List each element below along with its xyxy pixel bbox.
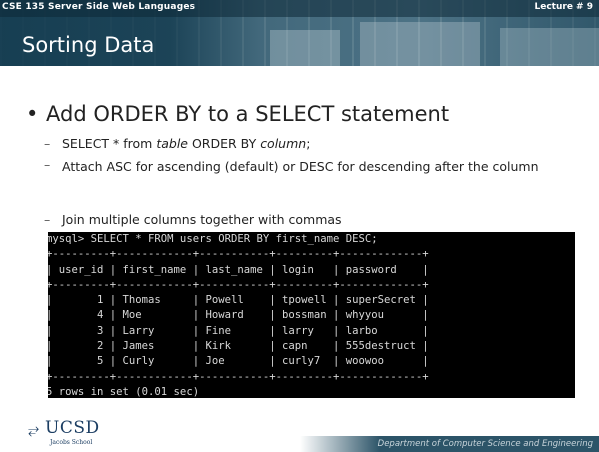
syntax-prefix: SELECT * from — [62, 136, 157, 151]
subpoint-asc-desc: – Attach ASC for ascending (default) or … — [44, 157, 562, 176]
logo-word: UCSD — [45, 418, 100, 438]
main-bullet-text: Add ORDER BY to a SELECT statement — [46, 102, 450, 126]
terminal-line: | 5 | Curly | Joe | curly7 | woowoo | — [48, 355, 429, 368]
syntax-column: column — [260, 136, 307, 151]
terminal-line: | 2 | James | Kirk | capn | 555destruct … — [48, 340, 429, 353]
course-title: CSE 135 Server Side Web Languages — [2, 2, 196, 12]
terminal-line: | 1 | Thomas | Powell | tpowell | superS… — [48, 294, 429, 307]
logo-school: Jacobs School — [50, 439, 93, 446]
terminal-line: mysql> SELECT * FROM users ORDER BY firs… — [48, 233, 378, 245]
asc-desc-text: Attach ASC for ascending (default) or DE… — [62, 159, 539, 174]
dash-icon: – — [44, 212, 51, 227]
terminal-output: mysql> SELECT * FROM users ORDER BY firs… — [48, 232, 429, 398]
header-building-shape — [500, 28, 599, 66]
dash-icon: – — [44, 157, 51, 172]
department-name: Department of Computer Science and Engin… — [377, 439, 593, 449]
slide-title: Sorting Data — [22, 33, 155, 57]
terminal-line: 5 rows in set (0.01 sec) — [48, 385, 200, 398]
ucsd-logo: ⥂ UCSD Jacobs School — [28, 418, 118, 446]
terminal-line: | 3 | Larry | Fine | larry | larbo | — [48, 324, 429, 337]
terminal-line: +---------+------------+-----------+----… — [48, 278, 429, 291]
syntax-table: table — [156, 136, 188, 151]
main-bullet: • Add ORDER BY to a SELECT statement — [26, 102, 449, 126]
subpoint-syntax: – SELECT * from table ORDER BY column; — [44, 136, 311, 151]
lecture-number: Lecture # 9 — [534, 2, 594, 12]
syntax-end: ; — [306, 136, 311, 151]
header-building-shape — [270, 30, 340, 66]
header-banner: CSE 135 Server Side Web Languages Lectur… — [0, 0, 599, 66]
terminal-line: +---------+------------+-----------+----… — [48, 370, 429, 383]
terminal-line: +---------+------------+-----------+----… — [48, 248, 429, 261]
bullet-dot-icon: • — [26, 102, 39, 126]
slide: CSE 135 Server Side Web Languages Lectur… — [0, 0, 599, 452]
syntax-mid: ORDER BY — [188, 136, 261, 151]
trident-icon: ⥂ — [28, 422, 40, 438]
dash-icon: – — [44, 136, 51, 151]
mysql-terminal: mysql> SELECT * FROM users ORDER BY firs… — [48, 232, 575, 398]
join-text: Join multiple columns together with comm… — [62, 212, 342, 227]
header-building-shape — [360, 22, 480, 66]
terminal-line: | 4 | Moe | Howard | bossman | whyyou | — [48, 309, 429, 322]
terminal-line: | user_id | first_name | last_name | log… — [48, 263, 429, 276]
subpoint-join: – Join multiple columns together with co… — [44, 212, 342, 227]
